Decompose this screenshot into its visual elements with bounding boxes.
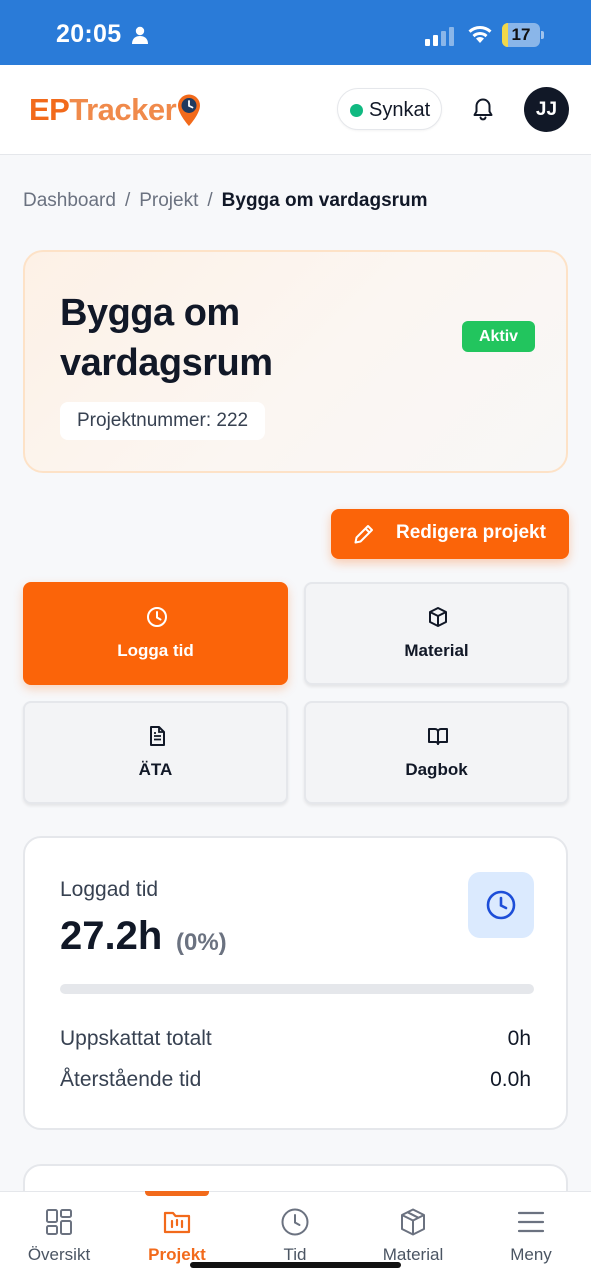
app-header: EPTracker Synkat JJ [0,65,591,155]
sync-label: Synkat [369,99,431,121]
document-icon [150,726,165,746]
project-number: Projektnummer: 222 [60,402,266,440]
logged-time-card: Loggad tid 27.2h (0%) Uppskattat totalt … [23,836,568,1130]
ata-label: ÄTA [138,760,173,779]
nav-item-oversikt[interactable]: Översikt [0,1192,118,1280]
nav-item-meny[interactable]: Meny [472,1192,590,1280]
nav-label-meny: Meny [510,1245,552,1264]
logged-time-label: Loggad tid [60,878,159,901]
location-pin-clock-icon [178,94,200,126]
breadcrumb-projekt[interactable]: Projekt [139,190,198,212]
app-logo[interactable]: EPTracker [29,92,177,128]
pencil-icon [354,525,373,544]
clock-icon [486,890,516,920]
battery-indicator: 17 [502,23,544,47]
menu-icon [517,1211,545,1233]
cellular-signal-icon [425,27,454,46]
material-button[interactable]: Material [304,582,569,685]
clock-icon [147,607,167,627]
box-icon [429,607,447,627]
user-avatar[interactable]: JJ [524,87,569,132]
remaining-time-label: Återstående tid [60,1068,202,1091]
breadcrumb-separator: / [207,190,213,211]
breadcrumb-dashboard[interactable]: Dashboard [23,190,116,212]
home-indicator [190,1262,401,1268]
battery-level: 17 [511,25,531,44]
estimated-total-label: Uppskattat totalt [60,1027,212,1050]
logged-time-value: 27.2h [60,914,163,958]
log-time-label: Logga tid [117,641,194,660]
log-time-button[interactable]: Logga tid [23,582,288,685]
clock-icon [281,1208,309,1236]
project-title: Bygga om vardagsrum [60,292,273,384]
ata-button[interactable]: ÄTA [23,701,288,804]
wifi-icon [468,26,492,43]
time-progress-bar [60,984,534,994]
breadcrumb: Dashboard / Projekt / Bygga om vardagsrum [23,190,428,212]
active-tab-indicator [145,1191,209,1196]
person-icon [132,26,148,44]
box-icon [401,1208,425,1236]
remaining-time-value: 0.0h [490,1068,531,1091]
logo-ep-text: EP [29,92,70,127]
sync-status-pill[interactable]: Synkat [337,88,442,130]
folder-chart-icon [163,1211,191,1234]
nav-label-oversikt: Översikt [27,1245,91,1264]
logged-time-percent: (0%) [176,929,227,956]
bell-icon[interactable] [472,97,494,121]
edit-project-button[interactable]: Redigera projekt [331,509,569,559]
project-header-card: Bygga om vardagsrum Projektnummer: 222 A… [23,250,568,473]
clock-badge [468,872,534,938]
diary-label: Dagbok [405,760,468,779]
status-badge: Aktiv [462,321,535,352]
diary-button[interactable]: Dagbok [304,701,569,804]
grid-icon [46,1209,72,1235]
edit-project-label: Redigera projekt [396,522,546,543]
logo-tracker-text: Tracker [69,92,177,127]
breadcrumb-separator: / [124,190,131,211]
sync-status-dot [350,104,363,117]
status-bar: 20:05 17 [0,0,591,65]
estimated-total-value: 0h [507,1027,531,1050]
material-label: Material [404,641,469,660]
breadcrumb-current: Bygga om vardagsrum [221,190,428,211]
book-icon [428,728,448,745]
status-time: 20:05 [56,20,122,48]
